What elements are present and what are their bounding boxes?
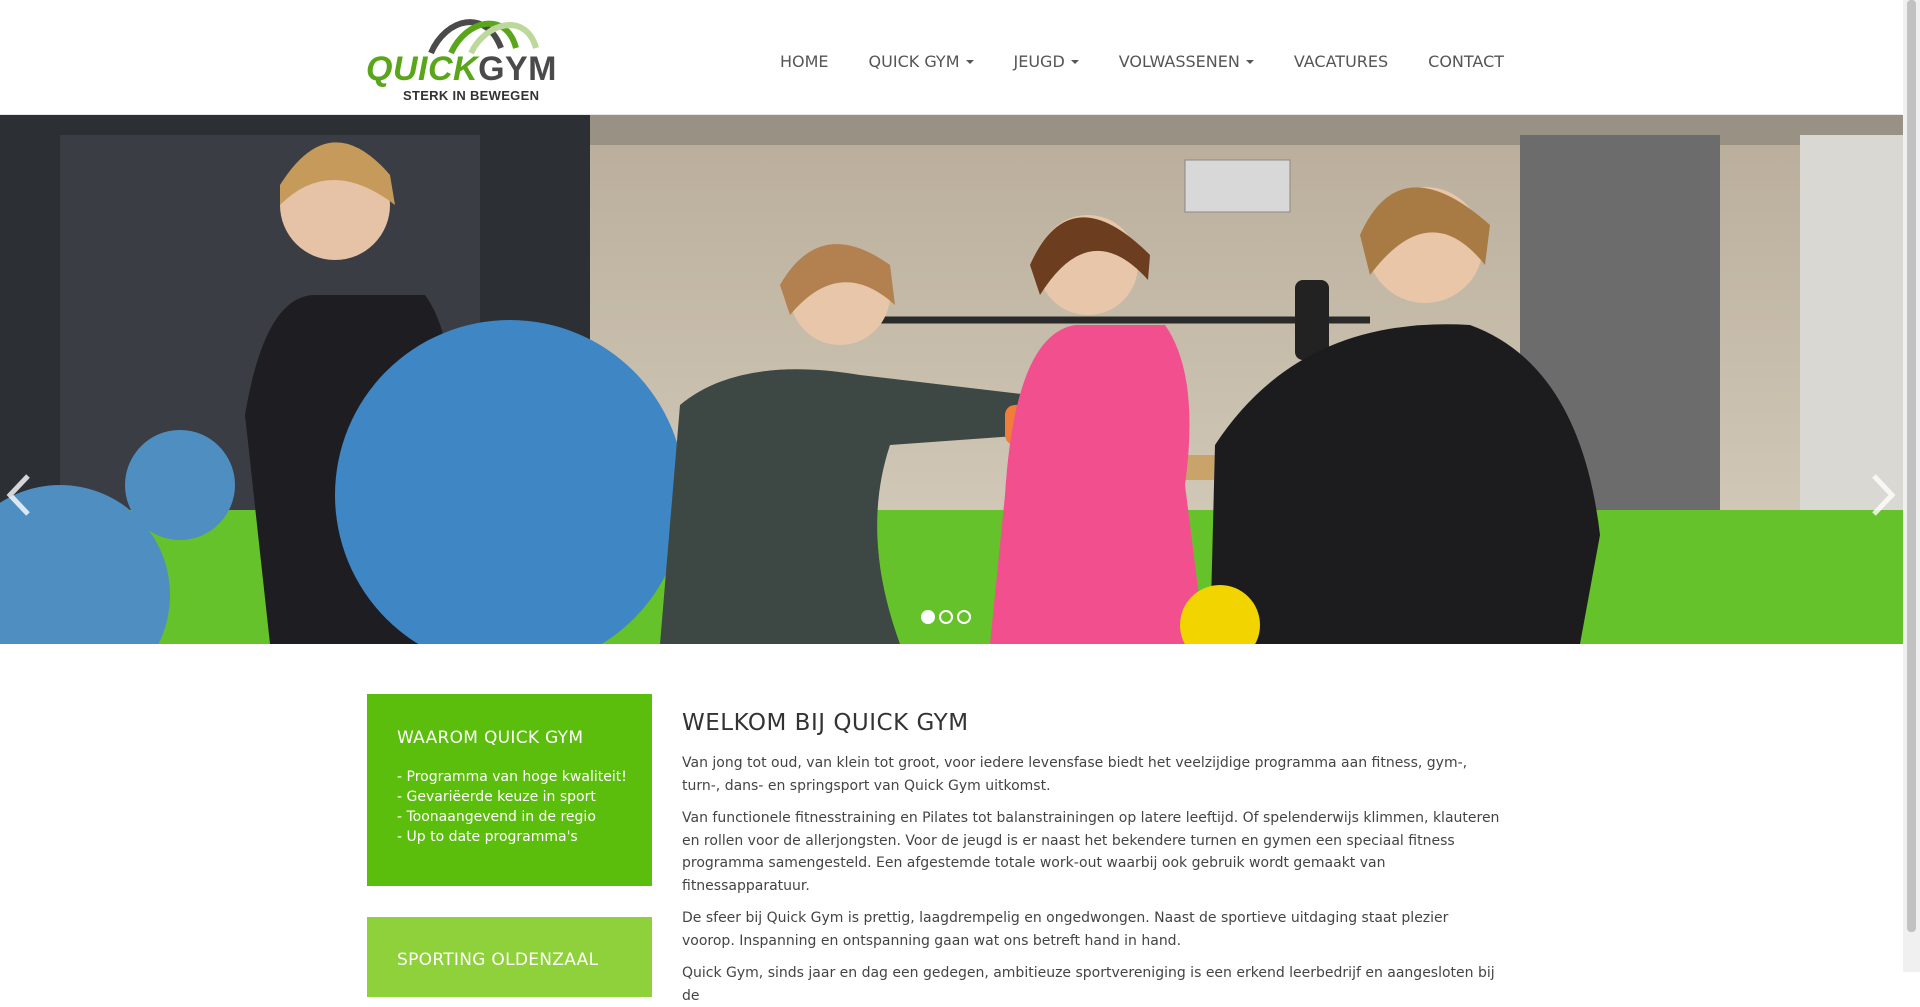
list-item: - Up to date programma's bbox=[397, 829, 578, 845]
paragraph: Quick Gym, sinds jaar en dag een gedegen… bbox=[682, 965, 1495, 1004]
page-title: WELKOM BIJ QUICK GYM bbox=[682, 710, 969, 736]
box-title: SPORTING OLDENZAAL bbox=[397, 950, 599, 970]
list-item: - Gevariëerde keuze in sport bbox=[397, 789, 596, 805]
page-scrollbar[interactable] bbox=[1903, 0, 1920, 972]
hero-carousel[interactable] bbox=[0, 115, 1903, 644]
caret-down-icon bbox=[1245, 60, 1254, 64]
paragraph: Van functionele fitnesstraining en Pilat… bbox=[682, 810, 1500, 894]
scrollbar-thumb[interactable] bbox=[1907, 0, 1916, 932]
carousel-dot-2[interactable] bbox=[939, 610, 953, 624]
nav-quick-gym[interactable]: QUICK GYM bbox=[869, 50, 974, 72]
carousel-dot-1[interactable] bbox=[921, 610, 935, 624]
nav-contact[interactable]: CONTACT bbox=[1428, 50, 1504, 72]
logo-brand: QUICKGYM bbox=[366, 50, 558, 88]
carousel-indicators bbox=[921, 610, 971, 624]
nav-home[interactable]: HOME bbox=[780, 50, 829, 72]
paragraph: Van jong tot oud, van klein tot groot, v… bbox=[682, 755, 1468, 794]
nav-volwassenen[interactable]: VOLWASSENEN bbox=[1119, 50, 1254, 72]
carousel-prev-icon[interactable] bbox=[4, 470, 34, 520]
box-title: WAAROM QUICK GYM bbox=[397, 728, 584, 748]
quickgym-logo[interactable]: QUICKGYM STERK IN BEWEGEN bbox=[366, 8, 590, 104]
carousel-dot-3[interactable] bbox=[957, 610, 971, 624]
carousel-next-icon[interactable] bbox=[1868, 470, 1898, 520]
site-header: QUICKGYM STERK IN BEWEGEN HOME QUICK GYM… bbox=[0, 0, 1902, 115]
nav-vacatures[interactable]: VACATURES bbox=[1294, 50, 1388, 72]
caret-down-icon bbox=[965, 60, 974, 64]
main-nav: HOME QUICK GYM JEUGD VOLWASSENEN VACATUR… bbox=[780, 50, 1544, 72]
list-item: - Programma van hoge kwaliteit! bbox=[397, 769, 627, 785]
feature-list: - Programma van hoge kwaliteit! - Gevari… bbox=[397, 767, 627, 847]
paragraph: De sfeer bij Quick Gym is prettig, laagd… bbox=[682, 910, 1449, 949]
caret-down-icon bbox=[1070, 60, 1079, 64]
sporting-oldenzaal-box[interactable]: SPORTING OLDENZAAL bbox=[367, 917, 652, 997]
list-item: - Toonaangevend in de regio bbox=[397, 809, 596, 825]
logo-tagline: STERK IN BEWEGEN bbox=[403, 88, 540, 103]
hero-photo bbox=[0, 115, 1903, 644]
welcome-content: WELKOM BIJ QUICK GYM Van jong tot oud, v… bbox=[682, 710, 1502, 1007]
nav-jeugd[interactable]: JEUGD bbox=[1014, 50, 1079, 72]
waarom-quickgym-box: WAAROM QUICK GYM - Programma van hoge kw… bbox=[367, 694, 652, 886]
